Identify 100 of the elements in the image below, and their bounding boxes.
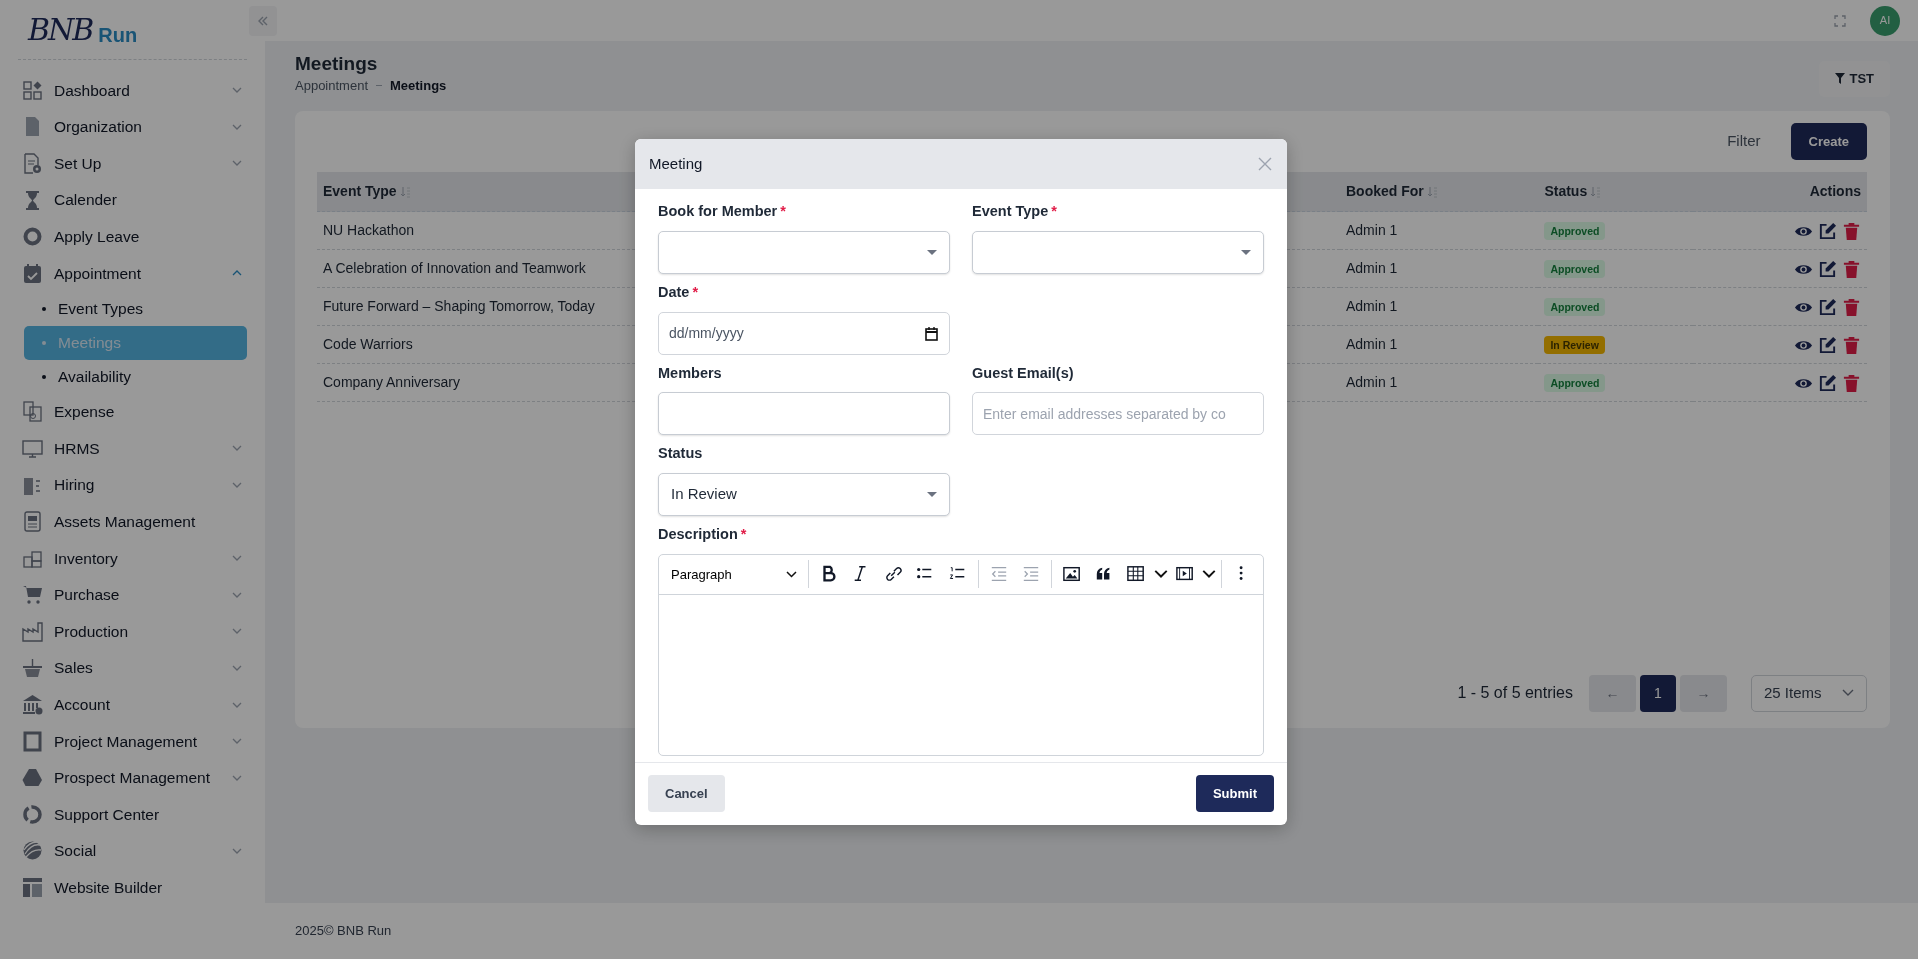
sidebar-item[interactable]: Apply Leave bbox=[22, 218, 247, 255]
edit-icon[interactable] bbox=[1818, 221, 1837, 241]
table-cell: Admin 1 bbox=[1346, 222, 1398, 238]
ring-icon bbox=[22, 226, 43, 248]
basket-icon bbox=[22, 657, 43, 679]
chevron-down-icon bbox=[1842, 689, 1854, 697]
field-label: Book for Member * bbox=[658, 202, 787, 221]
table-cell: Company Anniversary bbox=[323, 374, 460, 390]
indent-icon[interactable] bbox=[1021, 565, 1040, 584]
breadcrumb-item: Meetings bbox=[390, 76, 447, 95]
table-cell: Future Forward – Shaping Tomorrow, Today bbox=[323, 298, 595, 314]
select-field[interactable] bbox=[972, 230, 1264, 274]
caret-icon bbox=[927, 492, 937, 497]
page-title: Meetings bbox=[295, 53, 379, 76]
sort-icon[interactable] bbox=[1427, 186, 1438, 199]
sidebar-item[interactable]: Social bbox=[22, 832, 247, 870]
sidebar-item[interactable]: Website Builder bbox=[22, 869, 247, 906]
table-cell: Admin 1 bbox=[1346, 374, 1398, 390]
delete-icon[interactable] bbox=[1842, 259, 1861, 279]
sidebar-subitem[interactable]: Availability bbox=[24, 359, 247, 394]
sidebar-item[interactable]: Expense bbox=[22, 393, 247, 431]
filter-link[interactable]: Filter bbox=[1721, 129, 1767, 154]
breadcrumb-item[interactable]: Appointment bbox=[295, 75, 368, 96]
sidebar-item[interactable]: Inventory bbox=[22, 539, 247, 577]
table-cell: NU Hackathon bbox=[323, 222, 415, 238]
layout-icon bbox=[22, 877, 43, 899]
sidebar-item[interactable]: Account bbox=[22, 686, 247, 723]
sidebar-item[interactable]: Organization bbox=[22, 108, 247, 146]
table-cell: Code Warriors bbox=[323, 336, 413, 352]
cancel-button[interactable]: Cancel bbox=[648, 774, 725, 813]
grid-icon bbox=[22, 79, 43, 101]
sidebar-item[interactable]: Production bbox=[22, 613, 247, 650]
field-label: Event Type * bbox=[972, 202, 1058, 221]
footer-text: 2025© BNB Run bbox=[295, 922, 392, 941]
table-cell: Admin 1 bbox=[1346, 336, 1398, 352]
submit-button[interactable]: Submit bbox=[1195, 774, 1274, 813]
striped-circle-icon bbox=[22, 840, 43, 862]
field-label: Description * bbox=[658, 525, 748, 544]
page-button[interactable]: 1 bbox=[1640, 674, 1676, 712]
sidebar-item[interactable]: Prospect Management bbox=[22, 759, 247, 797]
column-header[interactable]: Booked For bbox=[1340, 172, 1539, 212]
status-badge: Approved bbox=[1544, 374, 1606, 392]
edit-icon[interactable] bbox=[1818, 297, 1837, 317]
field-label: Members bbox=[658, 363, 723, 383]
document-gear-icon bbox=[22, 153, 43, 174]
calendar-icon[interactable] bbox=[925, 326, 938, 341]
sidebar-item[interactable]: Assets Management bbox=[22, 503, 247, 540]
funnel-icon bbox=[1835, 73, 1846, 85]
table-cell: Admin 1 bbox=[1346, 298, 1398, 314]
sidebar-item[interactable]: Appointment bbox=[22, 254, 247, 292]
status-badge: Approved bbox=[1544, 222, 1606, 240]
monitor-icon bbox=[22, 437, 43, 459]
sort-icon[interactable] bbox=[1591, 186, 1602, 199]
sidebar-subitem[interactable]: Event Types bbox=[24, 291, 247, 326]
sidebar-item[interactable]: Sales bbox=[22, 649, 247, 687]
create-button[interactable]: Create bbox=[1790, 122, 1867, 160]
double-chevron-icon bbox=[257, 14, 269, 27]
edit-icon[interactable] bbox=[1818, 259, 1837, 279]
logo-mark: BNB bbox=[28, 11, 93, 49]
edit-icon[interactable] bbox=[1818, 373, 1837, 393]
caret-icon bbox=[927, 249, 937, 255]
input-field[interactable]: Enter email addresses separated by co bbox=[972, 392, 1264, 436]
delete-icon[interactable] bbox=[1842, 297, 1861, 317]
sidebar-item[interactable]: Hiring bbox=[22, 466, 247, 504]
image-icon[interactable] bbox=[1063, 565, 1082, 584]
sidebar-item[interactable]: Project Management bbox=[22, 722, 247, 760]
close-button[interactable] bbox=[1257, 156, 1273, 172]
sidebar-item[interactable]: Dashboard bbox=[22, 72, 247, 109]
table-icon[interactable] bbox=[1127, 565, 1146, 584]
status-badge: Approved bbox=[1544, 298, 1606, 316]
field-label: Date * bbox=[658, 282, 700, 302]
select-field[interactable]: In Review bbox=[658, 473, 950, 516]
edit-icon[interactable] bbox=[1818, 335, 1837, 355]
sidebar-item[interactable]: Set Up bbox=[22, 145, 247, 182]
factory-icon bbox=[22, 620, 43, 642]
status-badge: Approved bbox=[1544, 260, 1606, 278]
status-badge: In Review bbox=[1544, 336, 1605, 354]
delete-icon[interactable] bbox=[1842, 335, 1861, 355]
page-size-select[interactable]: 25 Items bbox=[1751, 674, 1867, 712]
entries-summary: 1 - 5 of 5 entries bbox=[1457, 683, 1573, 703]
column-header[interactable]: Status bbox=[1538, 172, 1694, 212]
rich-text-editor[interactable]: Paragraph bbox=[658, 553, 1264, 756]
outdent-icon[interactable] bbox=[989, 565, 1008, 584]
cart-icon bbox=[22, 584, 43, 606]
sort-icon[interactable] bbox=[400, 186, 411, 199]
date-field[interactable]: dd/mm/yyyy bbox=[658, 311, 950, 355]
input-field[interactable] bbox=[658, 392, 950, 436]
id-card-icon bbox=[22, 511, 43, 533]
field-label: Status bbox=[658, 444, 704, 464]
sidebar-item[interactable]: Support Center bbox=[22, 796, 247, 833]
sidebar-item[interactable]: HRMS bbox=[22, 430, 247, 467]
sidebar-item[interactable]: Calender bbox=[22, 181, 247, 219]
block-style-dropdown[interactable]: Paragraph bbox=[665, 564, 803, 584]
fullscreen-icon[interactable] bbox=[1834, 14, 1846, 27]
bank-icon bbox=[22, 694, 43, 716]
delete-icon[interactable] bbox=[1842, 373, 1861, 393]
select-field[interactable] bbox=[658, 230, 950, 274]
link-icon[interactable] bbox=[884, 565, 903, 584]
delete-icon[interactable] bbox=[1842, 221, 1861, 241]
sidebar-item[interactable]: Purchase bbox=[22, 576, 247, 614]
